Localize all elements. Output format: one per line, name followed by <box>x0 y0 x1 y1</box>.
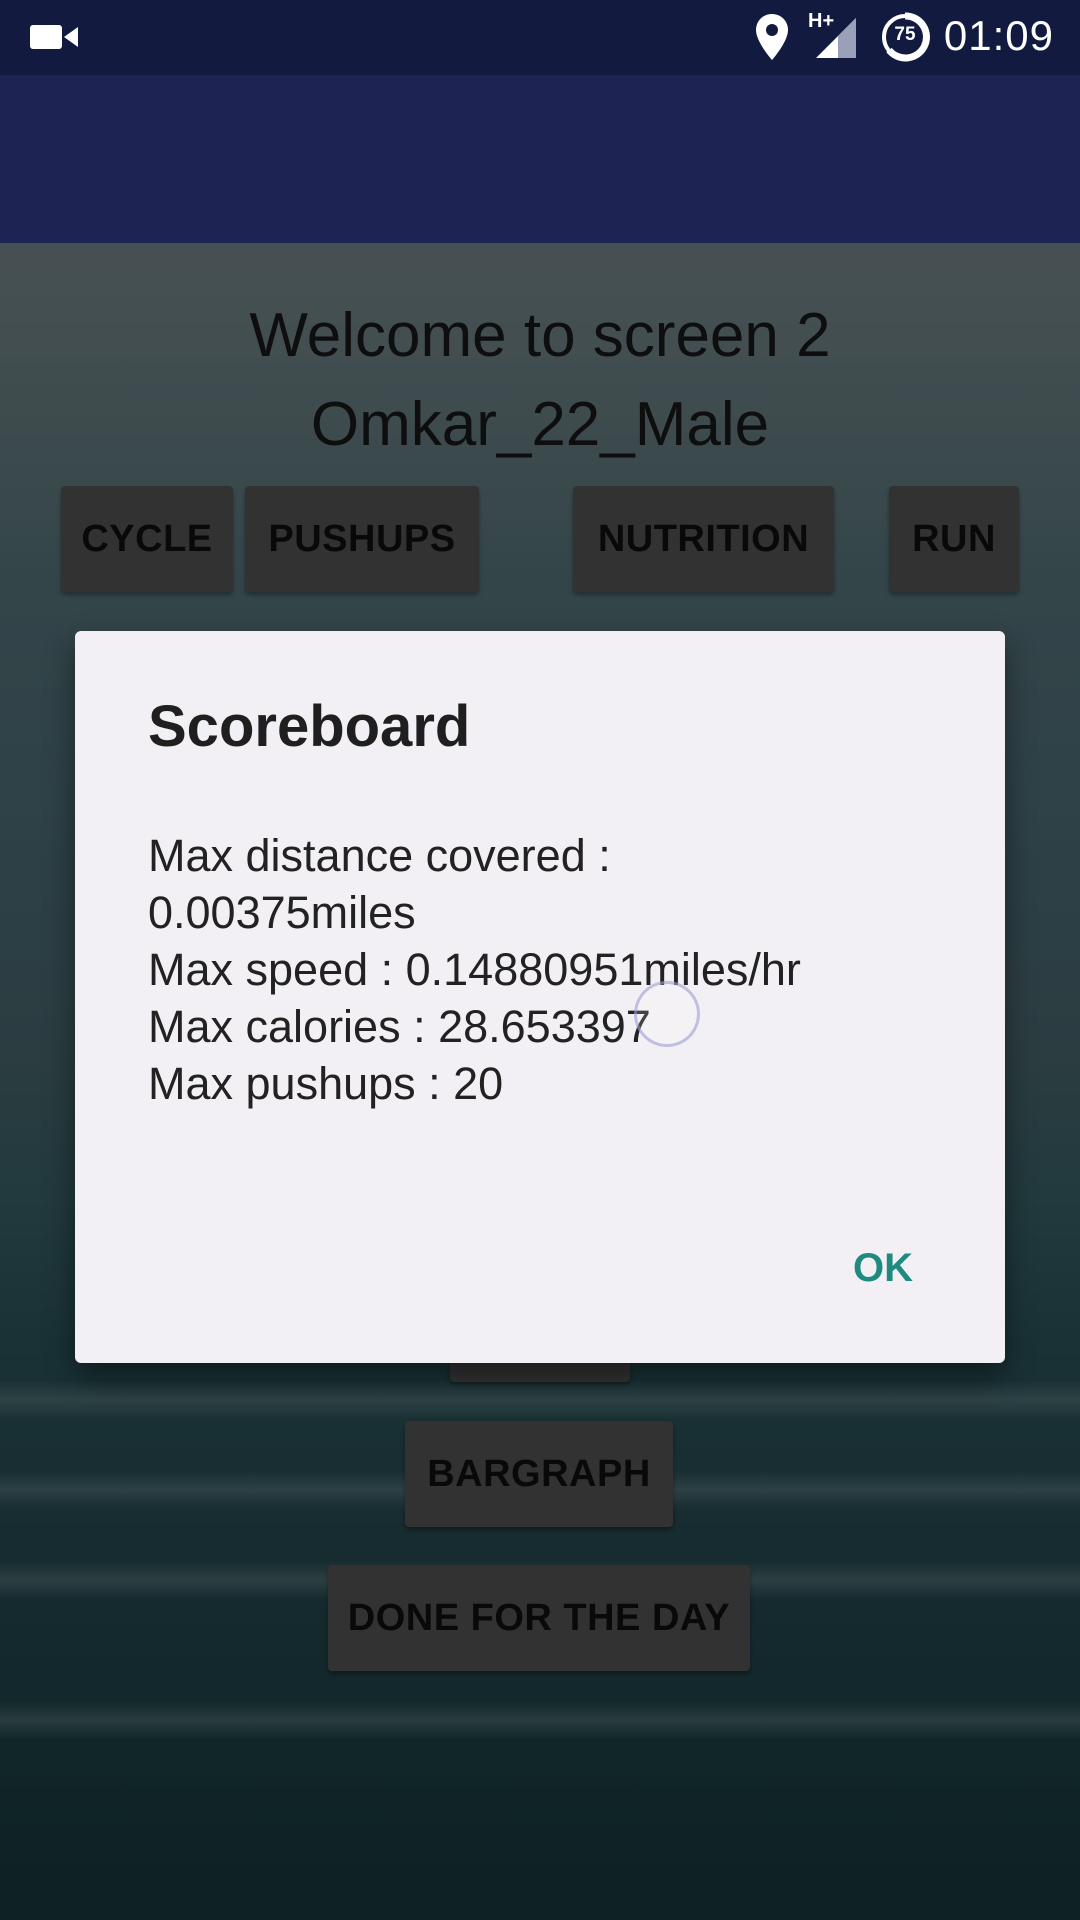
battery-icon: 75 <box>880 12 930 67</box>
max-calories-line: Max calories : 28.653397 <box>148 1001 651 1052</box>
max-distance-value: 0.00375miles <box>148 887 416 938</box>
hplus-network-icon: H+ <box>808 10 858 65</box>
ok-button[interactable]: OK <box>841 1236 925 1301</box>
max-pushups-line: Max pushups : 20 <box>148 1058 504 1109</box>
status-bar: H+ 75 01:09 <box>0 0 1080 75</box>
max-distance-label: Max distance covered : <box>148 830 611 881</box>
touch-indicator <box>634 981 700 1047</box>
max-speed-line: Max speed : 0.14880951miles/hr <box>148 944 801 995</box>
location-pin-icon <box>756 14 788 65</box>
app-bar <box>0 75 1080 243</box>
scoreboard-dialog: Scoreboard Max distance covered : 0.0037… <box>75 631 1005 1363</box>
video-camera-icon <box>30 22 80 57</box>
dialog-message: Max distance covered : 0.00375miles Max … <box>148 827 948 1112</box>
network-type-label: H+ <box>808 10 835 32</box>
battery-level: 75 <box>894 24 916 45</box>
dialog-title: Scoreboard <box>148 694 471 759</box>
clock: 01:09 <box>943 12 1054 59</box>
screen: H+ 75 01:09 Welcome to screen 2 Omkar_22… <box>0 0 1080 1920</box>
